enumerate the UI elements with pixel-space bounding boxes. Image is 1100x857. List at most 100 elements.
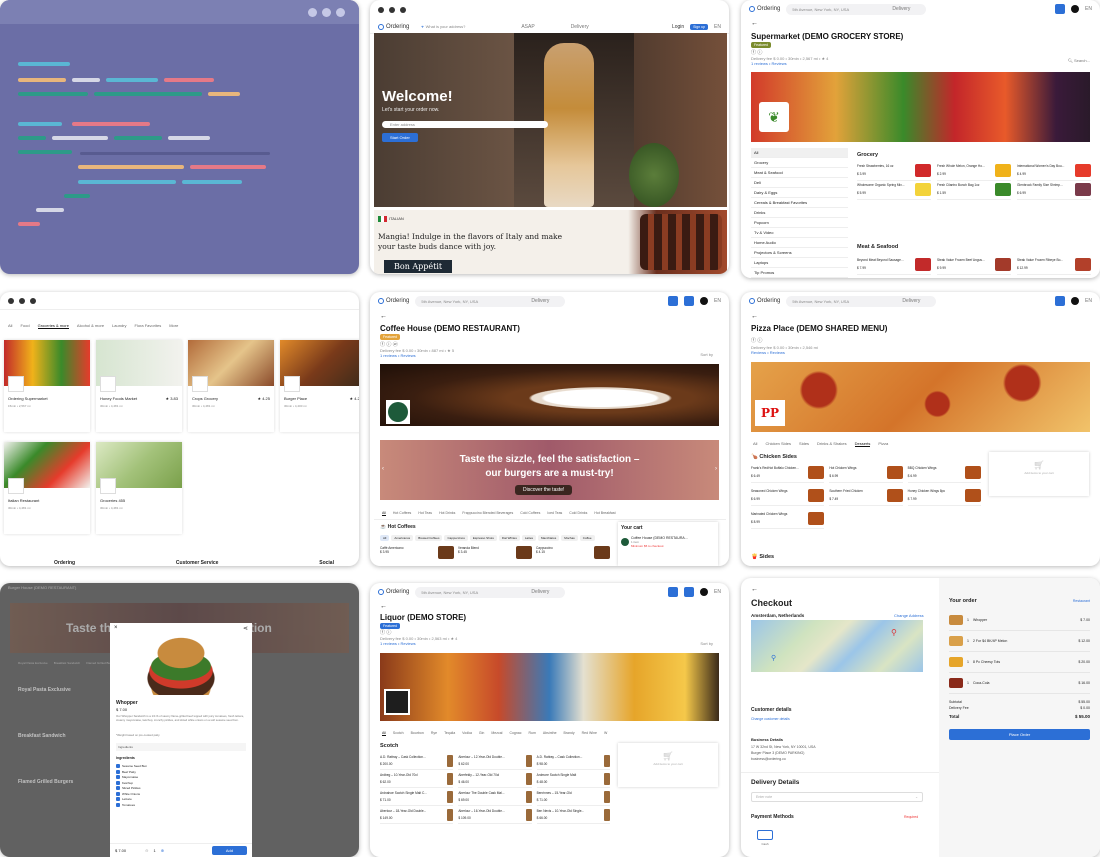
ingredient-row[interactable]: White Onions [116, 791, 147, 796]
checkbox-icon[interactable] [116, 764, 120, 768]
notifications-button[interactable] [684, 296, 695, 306]
sub-category-chip[interactable]: Espresso Shots [469, 535, 497, 541]
category-item[interactable]: All [751, 148, 848, 158]
increase-qty-icon[interactable]: ⊕ [161, 848, 164, 853]
product-card[interactable]: Fresh Whole Melon, Orange Ho... $ 2.99 [937, 164, 1011, 181]
category-tab[interactable]: Desserts [854, 441, 871, 447]
category-item[interactable]: Tv & Video [751, 228, 848, 238]
ingredient-row[interactable]: Beef Patty [116, 769, 147, 774]
signup-button[interactable]: Sign up [690, 23, 709, 30]
checkbox-icon[interactable] [116, 775, 120, 779]
brand-logo[interactable]: Ordering [378, 298, 409, 304]
brand-logo[interactable]: Ordering [749, 298, 780, 304]
category-tab[interactable]: Sides [799, 441, 809, 447]
store-reviews[interactable]: 1 reviews • Reviews [380, 353, 416, 358]
product-card[interactable]: Wholesome Organic Spring Mix... $ 5.99 [857, 183, 931, 200]
product-card[interactable]: Benrinnes – 15-Year-Old $ 71.00 [536, 791, 610, 806]
category-tab[interactable]: Cold Drinks [569, 511, 587, 516]
category-item[interactable]: Laptops [751, 258, 848, 268]
start-order-button[interactable]: Start Order [382, 133, 418, 142]
category-tab[interactable]: All [753, 441, 757, 447]
ingredient-row[interactable]: Sliced Pickles [116, 786, 147, 790]
product-card[interactable]: Steak Value Frozen Beef Angus... $ 9.99 [937, 258, 1011, 275]
back-arrow-icon[interactable]: ← [751, 20, 758, 27]
category-tab[interactable]: Red Wine [582, 731, 597, 736]
category-tab[interactable]: Vodka [462, 731, 472, 736]
change-address-link[interactable]: Change Address [894, 613, 924, 618]
back-arrow-icon[interactable]: ← [380, 313, 387, 320]
category-tab[interactable]: Brandy [564, 731, 575, 736]
category-tab[interactable]: All [382, 511, 386, 516]
delivery-map[interactable]: ⚲ ⚲ [751, 620, 923, 672]
store-reviews[interactable]: Reviews • Reviews [751, 350, 785, 355]
sub-category-chip[interactable]: Mochas [561, 535, 578, 541]
product-card[interactable]: Fresh Cilantro Bunch Bag 1oz $ 1.59 [937, 183, 1011, 200]
product-card[interactable]: International Women's Day Bou... $ 4.99 [1017, 164, 1091, 181]
category-tab[interactable]: Frappuccino Blended Beverages [462, 511, 513, 516]
change-customer-link[interactable]: Change customer details [751, 717, 790, 721]
category-tab[interactable]: Absinthe [543, 731, 557, 736]
promo-carousel[interactable]: ‹ › Taste the sizzle, feel the satisfact… [380, 440, 719, 500]
sub-category-chip[interactable]: Brewed Coffees [415, 535, 443, 541]
category-tab[interactable]: Hot Coffees [393, 511, 411, 516]
product-card[interactable]: Southern Fried Chicken $ 7.49 [829, 489, 903, 506]
place-order-button[interactable]: Place Order [949, 729, 1090, 740]
language-selector[interactable]: EN [1085, 6, 1092, 12]
ingredient-row[interactable]: Ketchup [116, 780, 147, 785]
product-card[interactable]: Steak Value Frozen Ribeye Bo... $ 12.99 [1017, 258, 1091, 275]
payment-cash-option[interactable]: Cash [751, 830, 779, 852]
decrease-qty-icon[interactable]: ⊖ [145, 848, 148, 853]
product-card[interactable]: Ardbeg – 10-Year-Old 70cl $ 62.00 [380, 773, 454, 788]
sort-by[interactable]: Sort by [700, 641, 713, 646]
order-time[interactable]: ASAP [521, 24, 534, 30]
product-card[interactable]: Honey Chicken Wings 8pc $ 7.99 [907, 489, 981, 506]
cart-button[interactable] [668, 587, 679, 597]
brand-logo[interactable]: Ordering [749, 6, 780, 12]
order-item-qty[interactable]: 1 [967, 618, 969, 622]
product-card[interactable]: Aberlour – 18-Year-Old Double... $ 149.00 [380, 809, 454, 824]
back-arrow-icon[interactable]: ← [751, 586, 758, 593]
ingredient-row[interactable]: Sesame Seed Bun [116, 764, 147, 768]
cart-button[interactable] [1055, 4, 1066, 14]
category-tab[interactable]: Pizza [878, 441, 888, 447]
close-icon[interactable]: × [114, 625, 118, 631]
back-arrow-icon[interactable]: ← [751, 313, 758, 320]
checkbox-icon[interactable] [116, 791, 120, 796]
checkbox-icon[interactable] [116, 786, 120, 790]
sub-category-chip[interactable]: All [380, 535, 390, 541]
delivery-select[interactable]: Enter note ⌄ [751, 792, 923, 802]
product-card[interactable]: Fresh Strawberries, 16 oz $ 3.99 [857, 164, 931, 181]
cart-button[interactable] [1055, 296, 1066, 306]
order-item-qty[interactable]: 1 [967, 660, 969, 664]
category-item[interactable]: Meat & Seafood [751, 168, 848, 178]
brand-logo[interactable]: Ordering [378, 23, 409, 30]
ingredient-row[interactable]: Mayonnaise [116, 775, 147, 779]
category-tab[interactable]: Iced Teas [547, 511, 562, 516]
sub-category-chip[interactable]: Coffee [579, 535, 595, 541]
product-card[interactable]: Glenbrook Family Size Shrimp... $ 6.99 [1017, 183, 1091, 200]
sub-category-chip[interactable]: Lattes [521, 535, 537, 541]
category-tab[interactable]: Bourbon [411, 731, 424, 736]
category-tab[interactable]: Hot Drinks [439, 511, 455, 516]
promo-banner[interactable]: ITALIAN Mangia! Indulge in the flavors o… [374, 210, 727, 274]
category-item[interactable]: Home Audio [751, 238, 848, 248]
product-card[interactable]: Aberlour The Double Cask Mal... $ 69.00 [458, 791, 532, 806]
checkbox-icon[interactable] [116, 802, 120, 807]
product-card[interactable]: Aberlour – 12-Year-Old Double... $ 62.00 [458, 755, 532, 770]
category-item[interactable]: Popcorn [751, 218, 848, 228]
category-item[interactable]: Grocery [751, 158, 848, 168]
address-input[interactable]: Enter address [382, 121, 548, 128]
notifications-button[interactable] [684, 587, 695, 597]
product-card[interactable]: Ben Nevis – 10-Year-Old Single... $ 66.00 [536, 809, 610, 824]
product-card[interactable]: Caffè Americano $ 3.95 [380, 546, 454, 559]
category-tab[interactable]: Cold Coffees [520, 511, 540, 516]
category-tab[interactable]: Hot Teas [418, 511, 432, 516]
category-tab[interactable]: W [604, 731, 607, 736]
cart-button[interactable] [668, 296, 679, 306]
checkbox-icon[interactable] [116, 780, 120, 785]
category-item[interactable]: Drinks [751, 208, 848, 218]
product-card[interactable]: Seasoned Chicken Wings $ 6.99 [751, 489, 825, 506]
category-item[interactable]: Projectors & Screens [751, 248, 848, 258]
product-card[interactable]: Cappuccino $ 4.15 [536, 546, 610, 559]
back-arrow-icon[interactable]: ← [380, 603, 387, 610]
